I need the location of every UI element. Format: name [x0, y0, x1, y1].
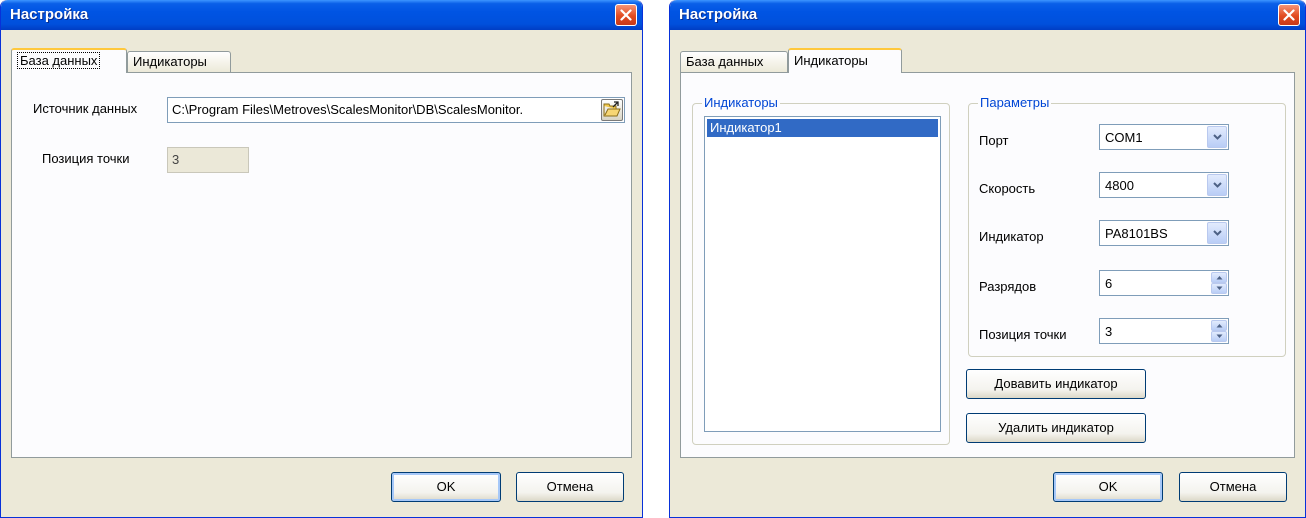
- ok-button-label: OK: [436, 479, 456, 494]
- window-title: Настройка: [10, 6, 89, 23]
- decimal-position-decrement-button[interactable]: [1211, 331, 1227, 342]
- close-icon: [1283, 9, 1295, 21]
- cancel-button[interactable]: Отмена: [1179, 472, 1287, 502]
- tab-indicators-label: Индикаторы: [133, 54, 207, 69]
- dialog-client: База данных Индикаторы Индикаторы Индика…: [673, 30, 1302, 517]
- indicators-group-legend: Индикаторы: [702, 95, 780, 110]
- port-select[interactable]: COM1: [1099, 124, 1229, 150]
- tab-panel-indicators: Индикаторы Индикатор1 Параметры Порт COM…: [680, 72, 1295, 458]
- chevron-down-icon: [1216, 334, 1223, 338]
- chevron-up-icon: [1216, 324, 1223, 328]
- dialog-footer: OK Отмена: [673, 458, 1302, 517]
- tab-database[interactable]: База данных: [11, 48, 127, 73]
- remove-indicator-button[interactable]: Удалить индикатор: [966, 413, 1146, 443]
- indicator-type-value: PA8101BS: [1105, 226, 1168, 241]
- speed-label: Скорость: [979, 181, 1036, 196]
- folder-open-icon: [603, 101, 621, 117]
- indicator-type-dropdown-button[interactable]: [1207, 222, 1227, 244]
- list-item-label: Индикатор1: [710, 120, 782, 135]
- indicators-list[interactable]: Индикатор1: [704, 116, 941, 432]
- indicators-group: Индикаторы Индикатор1: [692, 95, 950, 445]
- ok-button[interactable]: OK: [1053, 472, 1163, 502]
- decimal-position-value: 3: [172, 152, 180, 167]
- speed-select[interactable]: 4800: [1099, 172, 1229, 198]
- digits-increment-button[interactable]: [1211, 272, 1227, 283]
- close-button[interactable]: [615, 4, 637, 26]
- parameters-group-legend: Параметры: [978, 95, 1052, 110]
- tab-indicators[interactable]: Индикаторы: [127, 51, 231, 72]
- tab-database-label: База данных: [686, 54, 764, 69]
- list-item[interactable]: Индикатор1: [707, 119, 938, 137]
- tab-database-label: База данных: [17, 52, 101, 69]
- parameters-group: Параметры Порт COM1 Скорость 4800 Индика…: [968, 95, 1286, 357]
- port-label: Порт: [979, 133, 1009, 148]
- ok-button-label: OK: [1098, 479, 1118, 494]
- add-indicator-button[interactable]: Довавить индикатор: [966, 369, 1146, 399]
- cancel-button-label: Отмена: [1209, 479, 1257, 494]
- cancel-button-label: Отмена: [546, 479, 594, 494]
- decimal-position-increment-button[interactable]: [1211, 320, 1227, 331]
- tab-database[interactable]: База данных: [680, 51, 788, 72]
- speed-value: 4800: [1105, 178, 1134, 193]
- port-dropdown-button[interactable]: [1207, 126, 1227, 148]
- data-source-value: C:\Program Files\Metroves\ScalesMonitor\…: [172, 102, 524, 117]
- tab-indicators-label: Индикаторы: [794, 53, 868, 68]
- decimal-position-stepper[interactable]: 3: [1099, 318, 1229, 344]
- decimal-position-label: Позиция точки: [42, 151, 130, 166]
- settings-dialog-database: Настройка База данных Индикаторы Источни…: [0, 0, 643, 518]
- decimal-position-input: 3: [167, 147, 249, 173]
- chevron-down-icon: [1213, 230, 1222, 236]
- indicator-type-label: Индикатор: [979, 229, 1044, 244]
- cancel-button[interactable]: Отмена: [516, 472, 624, 502]
- indicator-type-select[interactable]: PA8101BS: [1099, 220, 1229, 246]
- speed-dropdown-button[interactable]: [1207, 174, 1227, 196]
- dialog-footer: OK Отмена: [4, 458, 639, 517]
- browse-button[interactable]: [601, 99, 623, 121]
- digits-label: Разрядов: [979, 279, 1037, 294]
- digits-decrement-button[interactable]: [1211, 283, 1227, 294]
- remove-indicator-button-label: Удалить индикатор: [998, 420, 1114, 435]
- data-source-label: Источник данных: [33, 101, 138, 116]
- close-icon: [620, 9, 632, 21]
- chevron-down-icon: [1213, 182, 1222, 188]
- data-source-input[interactable]: C:\Program Files\Metroves\ScalesMonitor\…: [167, 97, 625, 123]
- tab-indicators[interactable]: Индикаторы: [788, 48, 902, 73]
- digits-value: 6: [1105, 276, 1113, 291]
- decimal-position-value: 3: [1105, 324, 1113, 339]
- settings-dialog-indicators: Настройка База данных Индикаторы Индикат…: [669, 0, 1306, 518]
- close-button[interactable]: [1278, 4, 1300, 26]
- title-bar[interactable]: Настройка: [670, 0, 1305, 30]
- chevron-up-icon: [1216, 276, 1223, 280]
- decimal-position-label: Позиция точки: [979, 327, 1067, 342]
- dialog-client: База данных Индикаторы Источник данных C…: [4, 30, 639, 517]
- window-title: Настройка: [679, 6, 758, 23]
- ok-button[interactable]: OK: [391, 472, 501, 502]
- chevron-down-icon: [1216, 286, 1223, 290]
- chevron-down-icon: [1213, 134, 1222, 140]
- tab-panel-database: Источник данных C:\Program Files\Metrove…: [11, 72, 632, 458]
- title-bar[interactable]: Настройка: [1, 0, 642, 30]
- digits-stepper[interactable]: 6: [1099, 270, 1229, 296]
- add-indicator-button-label: Довавить индикатор: [994, 376, 1118, 391]
- port-value: COM1: [1105, 130, 1143, 145]
